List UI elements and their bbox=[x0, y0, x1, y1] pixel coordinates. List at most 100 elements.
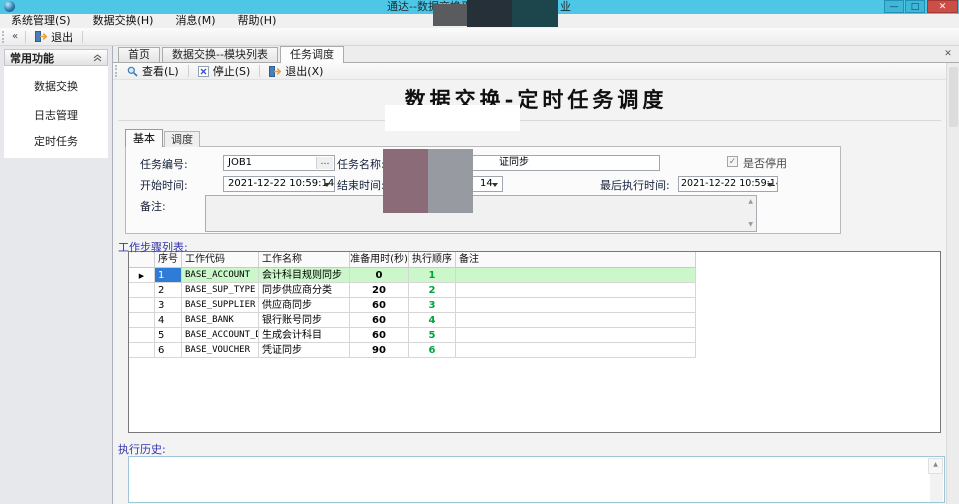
toolbar-separator bbox=[188, 65, 189, 77]
column-header[interactable]: 工作代码 bbox=[182, 252, 259, 268]
cell-order[interactable]: 4 bbox=[409, 313, 456, 328]
cell-code[interactable]: BASE_BANK bbox=[182, 313, 259, 328]
minimize-button[interactable]: — bbox=[884, 0, 904, 13]
redaction-block bbox=[383, 149, 428, 213]
row-selector-cell[interactable] bbox=[129, 283, 155, 298]
view-button[interactable]: 查看(L) bbox=[123, 62, 183, 80]
cell-order[interactable]: 1 bbox=[409, 268, 456, 283]
cell-no[interactable]: 5 bbox=[155, 328, 182, 343]
table-row[interactable]: 4 BASE_BANK 银行账号同步 60 4 bbox=[129, 313, 940, 328]
cell-name[interactable]: 同步供应商分类 bbox=[259, 283, 350, 298]
cell-prep[interactable]: 90 bbox=[350, 343, 409, 358]
column-header[interactable]: 工作名称 bbox=[259, 252, 350, 268]
cell-code[interactable]: BASE_ACCOUNT_DCY bbox=[182, 328, 259, 343]
form-tab-basic[interactable]: 基本 bbox=[125, 129, 163, 147]
disable-checkbox[interactable]: ✓ bbox=[727, 156, 738, 167]
cell-order[interactable]: 5 bbox=[409, 328, 456, 343]
cell-code[interactable]: BASE_VOUCHER bbox=[182, 343, 259, 358]
maximize-button[interactable]: □ bbox=[905, 0, 925, 13]
cell-name[interactable]: 银行账号同步 bbox=[259, 313, 350, 328]
cell-order[interactable]: 2 bbox=[409, 283, 456, 298]
table-row[interactable]: 2 BASE_SUP_TYPE 同步供应商分类 20 2 bbox=[129, 283, 940, 298]
document-tab-strip: 首页 数据交换--模块列表 任务调度 bbox=[113, 46, 959, 63]
cell-name[interactable]: 会计科目规则同步 bbox=[259, 268, 350, 283]
history-section-label: 执行历史: bbox=[118, 441, 166, 457]
cell-no[interactable]: 4 bbox=[155, 313, 182, 328]
row-selector-cell[interactable] bbox=[129, 343, 155, 358]
table-row[interactable]: 3 BASE_SUPPLIER 供应商同步 60 3 bbox=[129, 298, 940, 313]
menu-help[interactable]: 帮助(H) bbox=[227, 14, 288, 28]
cell-remark[interactable] bbox=[456, 298, 696, 313]
task-toolbar: 查看(L) 停止(S) 退出(X) bbox=[113, 63, 959, 80]
cell-code[interactable]: BASE_ACCOUNT bbox=[182, 268, 259, 283]
remark-textarea[interactable]: ▲ ▼ bbox=[205, 195, 757, 232]
exit-tab-button[interactable]: 退出(X) bbox=[265, 62, 327, 80]
sidebar-header[interactable]: 常用功能 bbox=[4, 49, 108, 66]
cell-order[interactable]: 6 bbox=[409, 343, 456, 358]
tab-task-schedule[interactable]: 任务调度 bbox=[280, 46, 344, 63]
table-row[interactable]: ▶ 1 BASE_ACCOUNT 会计科目规则同步 0 1 bbox=[129, 268, 940, 283]
tab-module-list[interactable]: 数据交换--模块列表 bbox=[162, 47, 278, 62]
cell-remark[interactable] bbox=[456, 268, 696, 283]
row-selector-cell[interactable] bbox=[129, 298, 155, 313]
cell-name[interactable]: 凭证同步 bbox=[259, 343, 350, 358]
chevron-down-icon[interactable] bbox=[767, 183, 773, 187]
cell-no[interactable]: 3 bbox=[155, 298, 182, 313]
row-selector-cell[interactable] bbox=[129, 328, 155, 343]
cell-prep[interactable]: 60 bbox=[350, 298, 409, 313]
task-no-input[interactable]: JOB1 … bbox=[223, 155, 335, 171]
cell-prep[interactable]: 60 bbox=[350, 328, 409, 343]
scroll-down-icon[interactable]: ▼ bbox=[748, 222, 753, 228]
scroll-up-icon[interactable]: ▲ bbox=[748, 199, 753, 205]
cell-name[interactable]: 供应商同步 bbox=[259, 298, 350, 313]
row-selector-cell[interactable]: ▶ bbox=[129, 268, 155, 283]
table-row[interactable]: 6 BASE_VOUCHER 凭证同步 90 6 bbox=[129, 343, 940, 358]
menu-data-exchange[interactable]: 数据交换(H) bbox=[82, 14, 165, 28]
last-run-combo[interactable]: 2021-12-22 10:59:14 bbox=[678, 176, 778, 192]
form-tab-schedule[interactable]: 调度 bbox=[164, 131, 200, 147]
sidebar-item-log-management[interactable]: 日志管理 bbox=[4, 108, 108, 124]
chevron-down-icon[interactable] bbox=[324, 183, 330, 187]
collapse-sidebar-button[interactable]: « bbox=[12, 31, 18, 42]
cell-no[interactable]: 2 bbox=[155, 283, 182, 298]
collapse-panel-icon[interactable] bbox=[93, 54, 102, 62]
history-scrollbar[interactable]: ▲ bbox=[930, 458, 943, 502]
cell-code[interactable]: BASE_SUPPLIER bbox=[182, 298, 259, 313]
cell-prep[interactable]: 0 bbox=[350, 268, 409, 283]
table-row[interactable]: 5 BASE_ACCOUNT_DCY 生成会计科目 60 5 bbox=[129, 328, 940, 343]
close-button[interactable]: ✕ bbox=[927, 0, 958, 13]
cell-remark[interactable] bbox=[456, 313, 696, 328]
cell-remark[interactable] bbox=[456, 343, 696, 358]
sidebar-item-scheduled-tasks[interactable]: 定时任务 bbox=[4, 134, 108, 150]
cell-code[interactable]: BASE_SUP_TYPE bbox=[182, 283, 259, 298]
row-selector-cell[interactable] bbox=[129, 313, 155, 328]
redaction-block bbox=[467, 0, 512, 27]
browse-button[interactable]: … bbox=[316, 157, 333, 169]
content-scrollbar[interactable] bbox=[946, 63, 959, 504]
column-header[interactable]: 执行顺序 bbox=[409, 252, 456, 268]
cell-remark[interactable] bbox=[456, 283, 696, 298]
scroll-up-icon[interactable]: ▲ bbox=[928, 458, 943, 474]
cell-order[interactable]: 3 bbox=[409, 298, 456, 313]
sidebar-item-data-exchange[interactable]: 数据交换 bbox=[4, 79, 108, 95]
history-listbox[interactable]: ▲ bbox=[128, 456, 945, 503]
tab-home[interactable]: 首页 bbox=[118, 47, 160, 62]
menu-message[interactable]: 消息(M) bbox=[164, 14, 226, 28]
chevron-down-icon[interactable] bbox=[492, 183, 498, 187]
view-button-label: 查看(L) bbox=[142, 63, 179, 79]
tab-close-icon[interactable]: ✕ bbox=[942, 48, 954, 60]
divider bbox=[118, 120, 941, 121]
exit-button[interactable]: 退出 bbox=[31, 28, 77, 46]
cell-remark[interactable] bbox=[456, 328, 696, 343]
cell-no[interactable]: 6 bbox=[155, 343, 182, 358]
column-header[interactable]: 准备用时(秒) bbox=[350, 252, 409, 268]
last-run-label: 最后执行时间: bbox=[600, 179, 670, 192]
cell-prep[interactable]: 60 bbox=[350, 313, 409, 328]
start-time-combo[interactable]: 2021-12-22 10:59:14 bbox=[223, 176, 335, 192]
stop-button[interactable]: 停止(S) bbox=[194, 62, 255, 80]
cell-prep[interactable]: 20 bbox=[350, 283, 409, 298]
cell-no[interactable]: 1 bbox=[155, 268, 182, 283]
menu-system[interactable]: 系统管理(S) bbox=[0, 14, 82, 28]
column-header[interactable]: 备注 bbox=[456, 252, 696, 268]
cell-name[interactable]: 生成会计科目 bbox=[259, 328, 350, 343]
